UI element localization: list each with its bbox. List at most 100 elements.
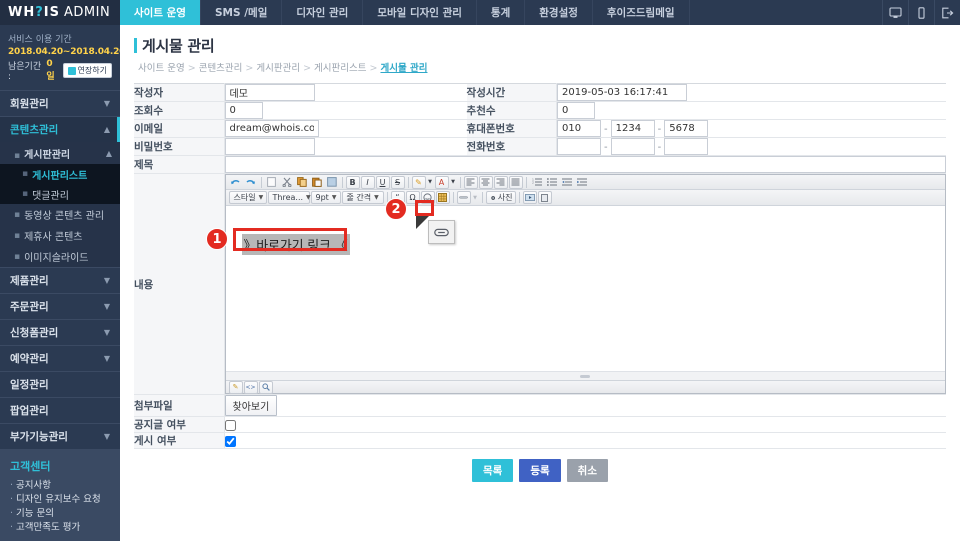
- cell-telephone: --: [556, 137, 946, 156]
- insert-image-button[interactable]: 사진: [485, 191, 516, 204]
- horizontal-rule-dropdown-icon[interactable]: ▼: [472, 191, 479, 204]
- tel-part1-input[interactable]: [557, 138, 602, 155]
- customer-center-item-design-request[interactable]: · 디자인 유지보수 요청: [10, 493, 110, 507]
- breadcrumb-item-0[interactable]: 사이트 운영: [138, 63, 185, 74]
- mobile-part1-input[interactable]: [557, 120, 602, 137]
- undo-icon[interactable]: [229, 176, 243, 189]
- copy-icon[interactable]: [295, 176, 309, 189]
- customer-center-item-notice[interactable]: · 공지사항: [10, 479, 110, 493]
- sidebar-item-schedule-management[interactable]: 일정관리: [0, 372, 120, 397]
- list-button[interactable]: 목록: [472, 459, 514, 482]
- password-input[interactable]: [224, 138, 315, 155]
- sidebar-item-content-management[interactable]: 콘텐츠관리 ▲: [0, 117, 120, 142]
- align-left-icon[interactable]: [463, 175, 478, 189]
- notice-checkbox[interactable]: [224, 419, 236, 431]
- outdent-icon[interactable]: [560, 176, 574, 189]
- breadcrumb-item-3[interactable]: 게시판리스트: [314, 63, 366, 74]
- mobile-part2-input[interactable]: [610, 120, 655, 137]
- font-color-icon[interactable]: A: [434, 175, 449, 189]
- sidebar-item-product-management[interactable]: 제품관리 ▼: [0, 268, 120, 293]
- tel-part3-input[interactable]: [664, 138, 709, 155]
- sidebar-item-board-management[interactable]: ▪ 게시판관리 ▲: [0, 142, 120, 164]
- preview-mode-icon[interactable]: [258, 380, 273, 394]
- unordered-list-icon[interactable]: [545, 176, 559, 189]
- created-time-input[interactable]: [557, 84, 688, 101]
- line-height-select[interactable]: 줄 간격 ▼: [341, 191, 384, 204]
- indent-icon[interactable]: [575, 176, 589, 189]
- tab-settings[interactable]: 환경설정: [525, 0, 593, 25]
- submit-button[interactable]: 등록: [519, 459, 561, 482]
- insert-file-icon[interactable]: [537, 191, 552, 204]
- highlight-color-dropdown-icon[interactable]: ▼: [427, 176, 434, 189]
- display-checkbox[interactable]: [224, 435, 236, 447]
- extend-button[interactable]: 연장하기: [62, 63, 112, 78]
- style-select[interactable]: 스타일 ▼: [228, 191, 267, 204]
- strikethrough-icon[interactable]: S: [390, 175, 405, 189]
- views-input[interactable]: [224, 102, 263, 119]
- customer-center-item-feature-inquiry[interactable]: · 기능 문의: [10, 507, 110, 521]
- remaining-value: 0일: [46, 59, 55, 82]
- sidebar-item-application-form-management[interactable]: 신청폼관리 ▼: [0, 320, 120, 345]
- writer-input[interactable]: [224, 84, 315, 101]
- paste-icon[interactable]: [310, 176, 324, 189]
- underline-icon[interactable]: U: [375, 175, 390, 189]
- tab-design-management[interactable]: 디자인 관리: [282, 0, 364, 25]
- breadcrumb-item-1[interactable]: 콘텐츠관리: [199, 63, 243, 74]
- sidebar-item-order-management[interactable]: 주문관리 ▼: [0, 294, 120, 319]
- table-icon[interactable]: [435, 191, 450, 204]
- redo-icon[interactable]: [244, 176, 258, 189]
- email-input[interactable]: [224, 120, 319, 137]
- table-row-attachment: 첨부파일 찾아보기: [134, 394, 946, 417]
- sidebar-item-video-content[interactable]: ▪ 동영상 콘텐츠 관리: [0, 204, 120, 225]
- sidebar-item-member-management[interactable]: 회원관리 ▼: [0, 91, 120, 116]
- editor-horizontal-scrollbar[interactable]: [225, 371, 945, 380]
- tab-sms-mail[interactable]: SMS /메일: [201, 0, 283, 25]
- tab-mobile-design-management[interactable]: 모바일 디자인 관리: [363, 0, 477, 25]
- customer-center-item-satisfaction[interactable]: · 고객만족도 평가: [10, 521, 110, 535]
- tel-part2-input[interactable]: [610, 138, 655, 155]
- align-justify-icon[interactable]: [508, 175, 523, 189]
- sidebar-item-partner-content[interactable]: ▪ 제휴사 콘텐츠: [0, 225, 120, 246]
- mobile-icon[interactable]: [908, 0, 934, 25]
- insert-video-icon[interactable]: [522, 191, 537, 204]
- logout-icon[interactable]: [934, 0, 960, 25]
- font-family-select[interactable]: Threa... ▼: [267, 191, 311, 204]
- tab-site-operation[interactable]: 사이트 운영: [120, 0, 201, 25]
- mobile-part3-input[interactable]: [664, 120, 709, 137]
- breadcrumb: 사이트 운영 > 콘텐츠관리 > 게시판관리 > 게시판리스트 > 게시물 관리: [134, 60, 946, 74]
- breadcrumb-item-2[interactable]: 게시판관리: [256, 63, 300, 74]
- sidebar-item-comment-management[interactable]: ▪ 댓글관리: [0, 184, 120, 204]
- font-size-select[interactable]: 9pt ▼: [310, 191, 341, 204]
- recommend-input[interactable]: [557, 102, 596, 119]
- chevron-down-icon-product: ▼: [103, 276, 110, 285]
- bold-icon[interactable]: B: [345, 175, 360, 189]
- paste-plain-icon[interactable]: [325, 176, 339, 189]
- cut-icon[interactable]: [280, 176, 294, 189]
- wysiwyg-mode-icon[interactable]: ✎: [228, 380, 243, 394]
- scrollbar-thumb[interactable]: [580, 374, 591, 378]
- highlight-color-icon[interactable]: ✎: [411, 175, 426, 189]
- editor-toolbar-row-2: 스타일▼ Threa...▼ 9pt▼ 줄 간격▼ “ Ω: [225, 190, 945, 206]
- sidebar-item-image-slide[interactable]: ▪ 이미지슬라이드: [0, 246, 120, 267]
- new-document-icon[interactable]: [265, 176, 279, 189]
- logo[interactable]: WH?IS ADMIN: [0, 0, 120, 25]
- font-color-dropdown-icon[interactable]: ▼: [450, 176, 457, 189]
- italic-icon[interactable]: I: [360, 175, 375, 189]
- monitor-icon[interactable]: [882, 0, 908, 25]
- horizontal-rule-icon[interactable]: [456, 191, 471, 204]
- tab-whois-dream-mail[interactable]: 후이즈드림메일: [593, 0, 690, 25]
- sidebar-item-addon-management[interactable]: 부가기능관리 ▼: [0, 424, 120, 449]
- ordered-list-icon[interactable]: 12: [530, 176, 544, 189]
- sidebar-item-popup-management[interactable]: 팝업관리: [0, 398, 120, 423]
- table-row-views: 조회수 추천수: [134, 101, 946, 120]
- subject-input[interactable]: [224, 156, 946, 173]
- browse-file-button[interactable]: 찾아보기: [224, 395, 278, 416]
- html-mode-icon[interactable]: <>: [243, 380, 258, 394]
- sidebar-item-board-list[interactable]: ▪ 게시판리스트: [0, 164, 120, 184]
- align-right-icon[interactable]: [493, 175, 508, 189]
- cell-subject: [224, 155, 946, 174]
- align-center-icon[interactable]: [478, 175, 493, 189]
- sidebar-item-reservation-management[interactable]: 예약관리 ▼: [0, 346, 120, 371]
- tab-statistics[interactable]: 통계: [477, 0, 526, 25]
- cancel-button[interactable]: 취소: [566, 459, 608, 482]
